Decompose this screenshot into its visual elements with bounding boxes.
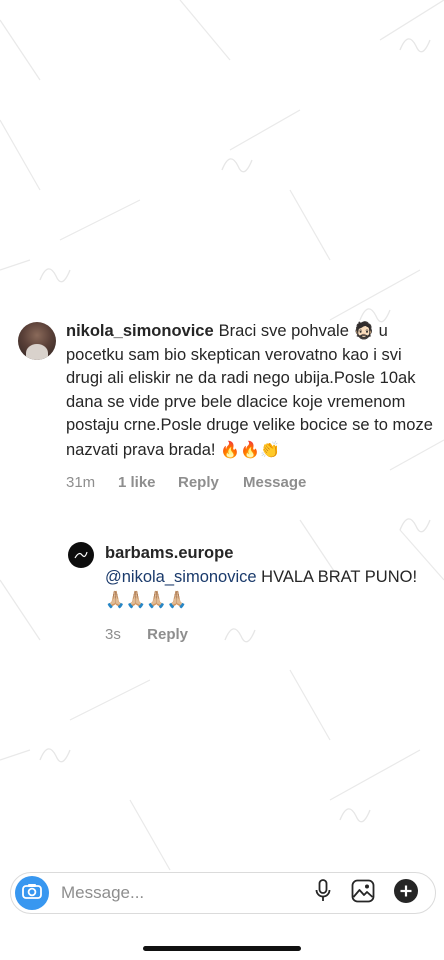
reply-text-block: barbams.europe @nikola_simonovice HVALA B… bbox=[105, 542, 418, 613]
commenter-avatar[interactable] bbox=[18, 322, 56, 360]
gallery-icon bbox=[351, 879, 375, 908]
comment-emojis: 🔥🔥👏 bbox=[220, 439, 280, 459]
reply-reply-button[interactable]: Reply bbox=[147, 626, 188, 643]
comment-time: 31m bbox=[66, 474, 96, 491]
camera-icon bbox=[22, 883, 42, 904]
comment-text: Braci sve pohvale 🧔🏻 u pocetku sam bio s… bbox=[66, 322, 433, 459]
camera-button[interactable] bbox=[15, 876, 49, 910]
comment-message-button[interactable]: Message bbox=[243, 474, 306, 491]
reply-body: barbams.europe @nikola_simonovice HVALA B… bbox=[105, 542, 418, 643]
comment-likes[interactable]: 1 like bbox=[118, 474, 178, 491]
comment-meta: 31m 1 like Reply Message bbox=[66, 474, 434, 491]
comment-body: nikola_simonovice Braci sve pohvale 🧔🏻 u … bbox=[66, 320, 434, 491]
reply-meta: 3s Reply bbox=[105, 626, 418, 643]
reply-username[interactable]: barbams.europe bbox=[105, 542, 418, 566]
comment-username[interactable]: nikola_simonovice bbox=[66, 322, 214, 340]
home-indicator bbox=[143, 946, 301, 951]
reply-time: 3s bbox=[105, 625, 121, 643]
message-input-bar bbox=[10, 872, 436, 914]
microphone-icon bbox=[315, 878, 331, 908]
microphone-button[interactable] bbox=[311, 878, 335, 908]
comment-text-block: nikola_simonovice Braci sve pohvale 🧔🏻 u … bbox=[66, 320, 434, 462]
plus-button[interactable] bbox=[394, 878, 418, 908]
gallery-button[interactable] bbox=[351, 879, 375, 908]
plus-icon bbox=[394, 878, 418, 908]
comment-reply-button[interactable]: Reply bbox=[178, 474, 243, 491]
reply-avatar[interactable] bbox=[68, 542, 94, 568]
message-input[interactable] bbox=[61, 881, 281, 905]
reply-mention[interactable]: @nikola_simonovice bbox=[105, 568, 257, 586]
